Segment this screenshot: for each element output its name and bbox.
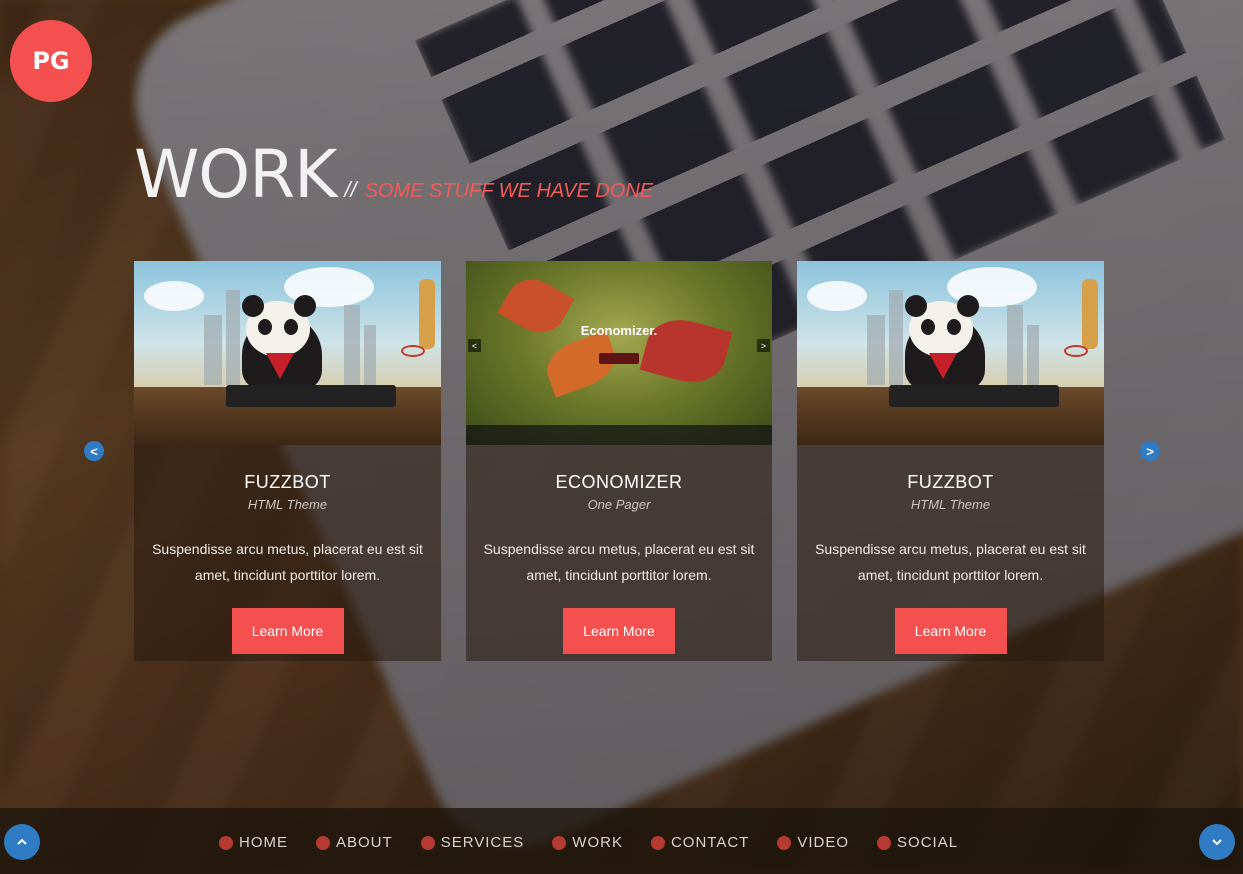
section-separator: // — [344, 177, 357, 202]
nav-item-work[interactable]: WORK — [552, 834, 623, 851]
nav-dot-icon — [650, 835, 665, 850]
nav-dot-icon — [777, 835, 792, 850]
economizer-thumbnail[interactable]: Economizer. < > — [466, 261, 772, 445]
section-subtitle: SOME STUFF WE HAVE DONE — [364, 180, 654, 202]
logo[interactable]: PG — [10, 20, 92, 102]
nav-label: CONTACT — [670, 834, 750, 851]
nav-item-about[interactable]: ABOUT — [316, 834, 393, 851]
carousel-prev-button[interactable]: < — [84, 441, 104, 461]
nav-item-video[interactable]: VIDEO — [777, 834, 849, 851]
work-card: Economizer. < > ECONOMIZER One Pager Sus… — [466, 261, 772, 661]
learn-more-button[interactable]: Learn More — [563, 608, 675, 654]
nav-item-home[interactable]: HOME — [219, 834, 288, 851]
nav-label: ABOUT — [336, 834, 393, 851]
section-title: WORK — [134, 136, 337, 213]
card-subtitle: HTML Theme — [247, 497, 328, 512]
card-subtitle: One Pager — [587, 497, 651, 512]
carousel-next-button[interactable]: > — [1140, 441, 1160, 461]
nav-dot-icon — [552, 835, 567, 850]
scroll-up-button[interactable] — [4, 824, 40, 860]
chevron-up-icon — [17, 838, 27, 845]
card-subtitle: HTML Theme — [910, 497, 991, 512]
card-description: Suspendisse arcu metus, placerat eu est … — [152, 541, 423, 583]
scroll-down-button[interactable] — [1199, 824, 1235, 860]
nav-dot-icon — [219, 835, 233, 850]
card-title: FUZZBOT — [244, 472, 331, 492]
nav-label: SOCIAL — [897, 834, 959, 851]
nav-dot-icon — [316, 835, 330, 850]
fuzzbot-thumbnail[interactable] — [134, 261, 441, 445]
card-description: Suspendisse arcu metus, placerat eu est … — [815, 541, 1086, 583]
fuzzbot-thumbnail[interactable] — [797, 261, 1104, 445]
learn-more-button[interactable]: Learn More — [894, 608, 1007, 654]
work-card: FUZZBOT HTML Theme Suspendisse arcu metu… — [134, 261, 441, 661]
nav-label: VIDEO — [797, 834, 850, 851]
nav-dot-icon — [877, 835, 892, 850]
nav-item-contact[interactable]: CONTACT — [650, 834, 750, 851]
thumbnail-title: Economizer. — [580, 323, 658, 338]
chevron-down-icon — [1212, 839, 1222, 846]
footer-nav-bar: HOME ABOUT SERVICES WORK CONTACT VIDEO S… — [0, 808, 1243, 874]
nav-label: HOME — [239, 834, 288, 851]
nav-item-services[interactable]: SERVICES — [420, 834, 525, 851]
work-card: FUZZBOT HTML Theme Suspendisse arcu metu… — [797, 261, 1104, 661]
card-title: FUZZBOT — [907, 472, 994, 492]
work-carousel: FUZZBOT HTML Theme Suspendisse arcu metu… — [134, 261, 1104, 661]
nav-item-social[interactable]: SOCIAL — [877, 834, 958, 851]
card-description: Suspendisse arcu metus, placerat eu est … — [483, 541, 755, 583]
nav-label: SERVICES — [440, 834, 525, 851]
section-heading: WORK // SOME STUFF WE HAVE DONE — [134, 142, 653, 208]
main-nav: HOME ABOUT SERVICES WORK CONTACT VIDEO S… — [219, 834, 986, 851]
nav-dot-icon — [420, 835, 435, 850]
learn-more-button[interactable]: Learn More — [231, 608, 344, 654]
card-title: ECONOMIZER — [555, 472, 683, 492]
nav-label: WORK — [572, 834, 623, 851]
